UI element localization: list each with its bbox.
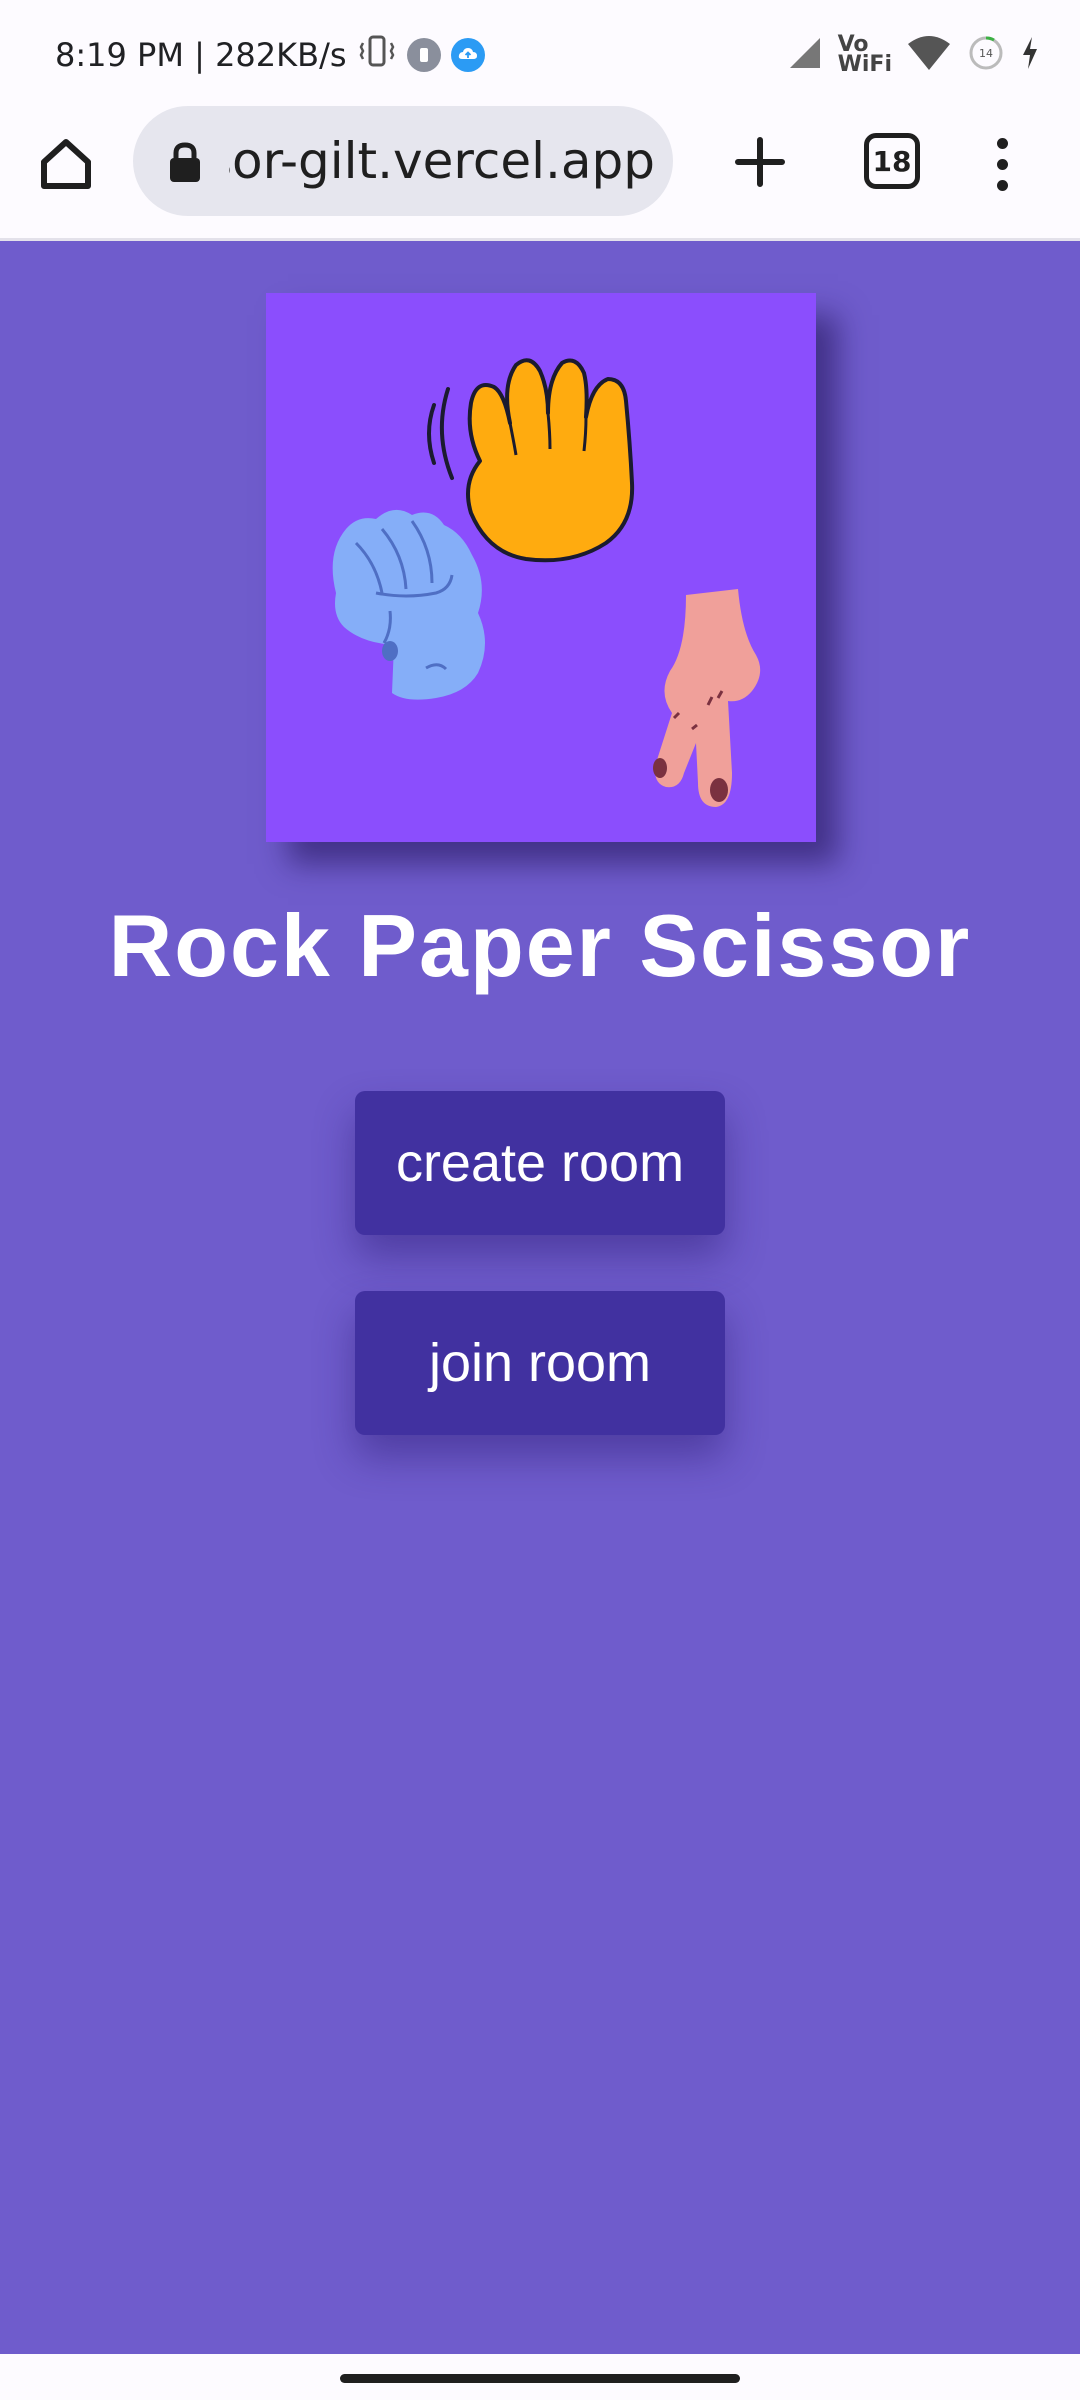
gesture-handle[interactable] — [340, 2374, 740, 2383]
url-text: rock-paper-scissor-gilt.vercel.app — [229, 132, 655, 190]
status-time-speed: 8:19 PM | 282KB/s — [55, 36, 347, 74]
home-icon — [41, 139, 91, 189]
home-button[interactable] — [30, 128, 102, 200]
plus-icon — [735, 137, 785, 187]
vibrate-icon — [357, 31, 397, 79]
tab-switcher-button[interactable]: 18 — [864, 133, 920, 189]
charging-icon — [1020, 35, 1040, 76]
rock-fist-icon — [332, 509, 485, 700]
status-bar: 8:19 PM | 282KB/s Vo WiFi 14 — [0, 0, 1080, 100]
status-right: Vo WiFi 14 — [786, 30, 1040, 80]
notification-app-icon — [406, 38, 441, 72]
scissor-hand-icon — [653, 589, 761, 807]
overflow-menu-button[interactable] — [982, 126, 1022, 202]
vowifi-indicator: Vo WiFi — [837, 34, 892, 77]
address-bar[interactable]: rock-paper-scissor-gilt.vercel.app — [133, 106, 673, 216]
menu-dot — [996, 179, 1008, 191]
wifi-icon — [906, 34, 952, 77]
menu-dot — [996, 137, 1008, 149]
vowifi-bottom: WiFi — [837, 52, 892, 77]
paper-hand-icon — [427, 358, 635, 563]
browser-toolbar: rock-paper-scissor-gilt.vercel.app 18 — [0, 100, 1080, 241]
hero-illustration — [266, 293, 816, 842]
menu-dot — [996, 158, 1008, 170]
cloud-upload-icon — [450, 38, 485, 72]
battery-icon: 14 — [966, 33, 1006, 78]
lock-icon — [170, 142, 200, 182]
page-title: Rock Paper Scissor — [108, 896, 972, 995]
signal-icon — [786, 34, 824, 77]
navigation-bar — [0, 2354, 1080, 2400]
create-room-button[interactable]: create room — [355, 1091, 725, 1235]
join-room-button[interactable]: join room — [355, 1291, 725, 1435]
battery-level: 14 — [979, 47, 993, 60]
new-tab-button[interactable] — [724, 126, 796, 198]
status-left: 8:19 PM | 282KB/s — [55, 30, 485, 80]
